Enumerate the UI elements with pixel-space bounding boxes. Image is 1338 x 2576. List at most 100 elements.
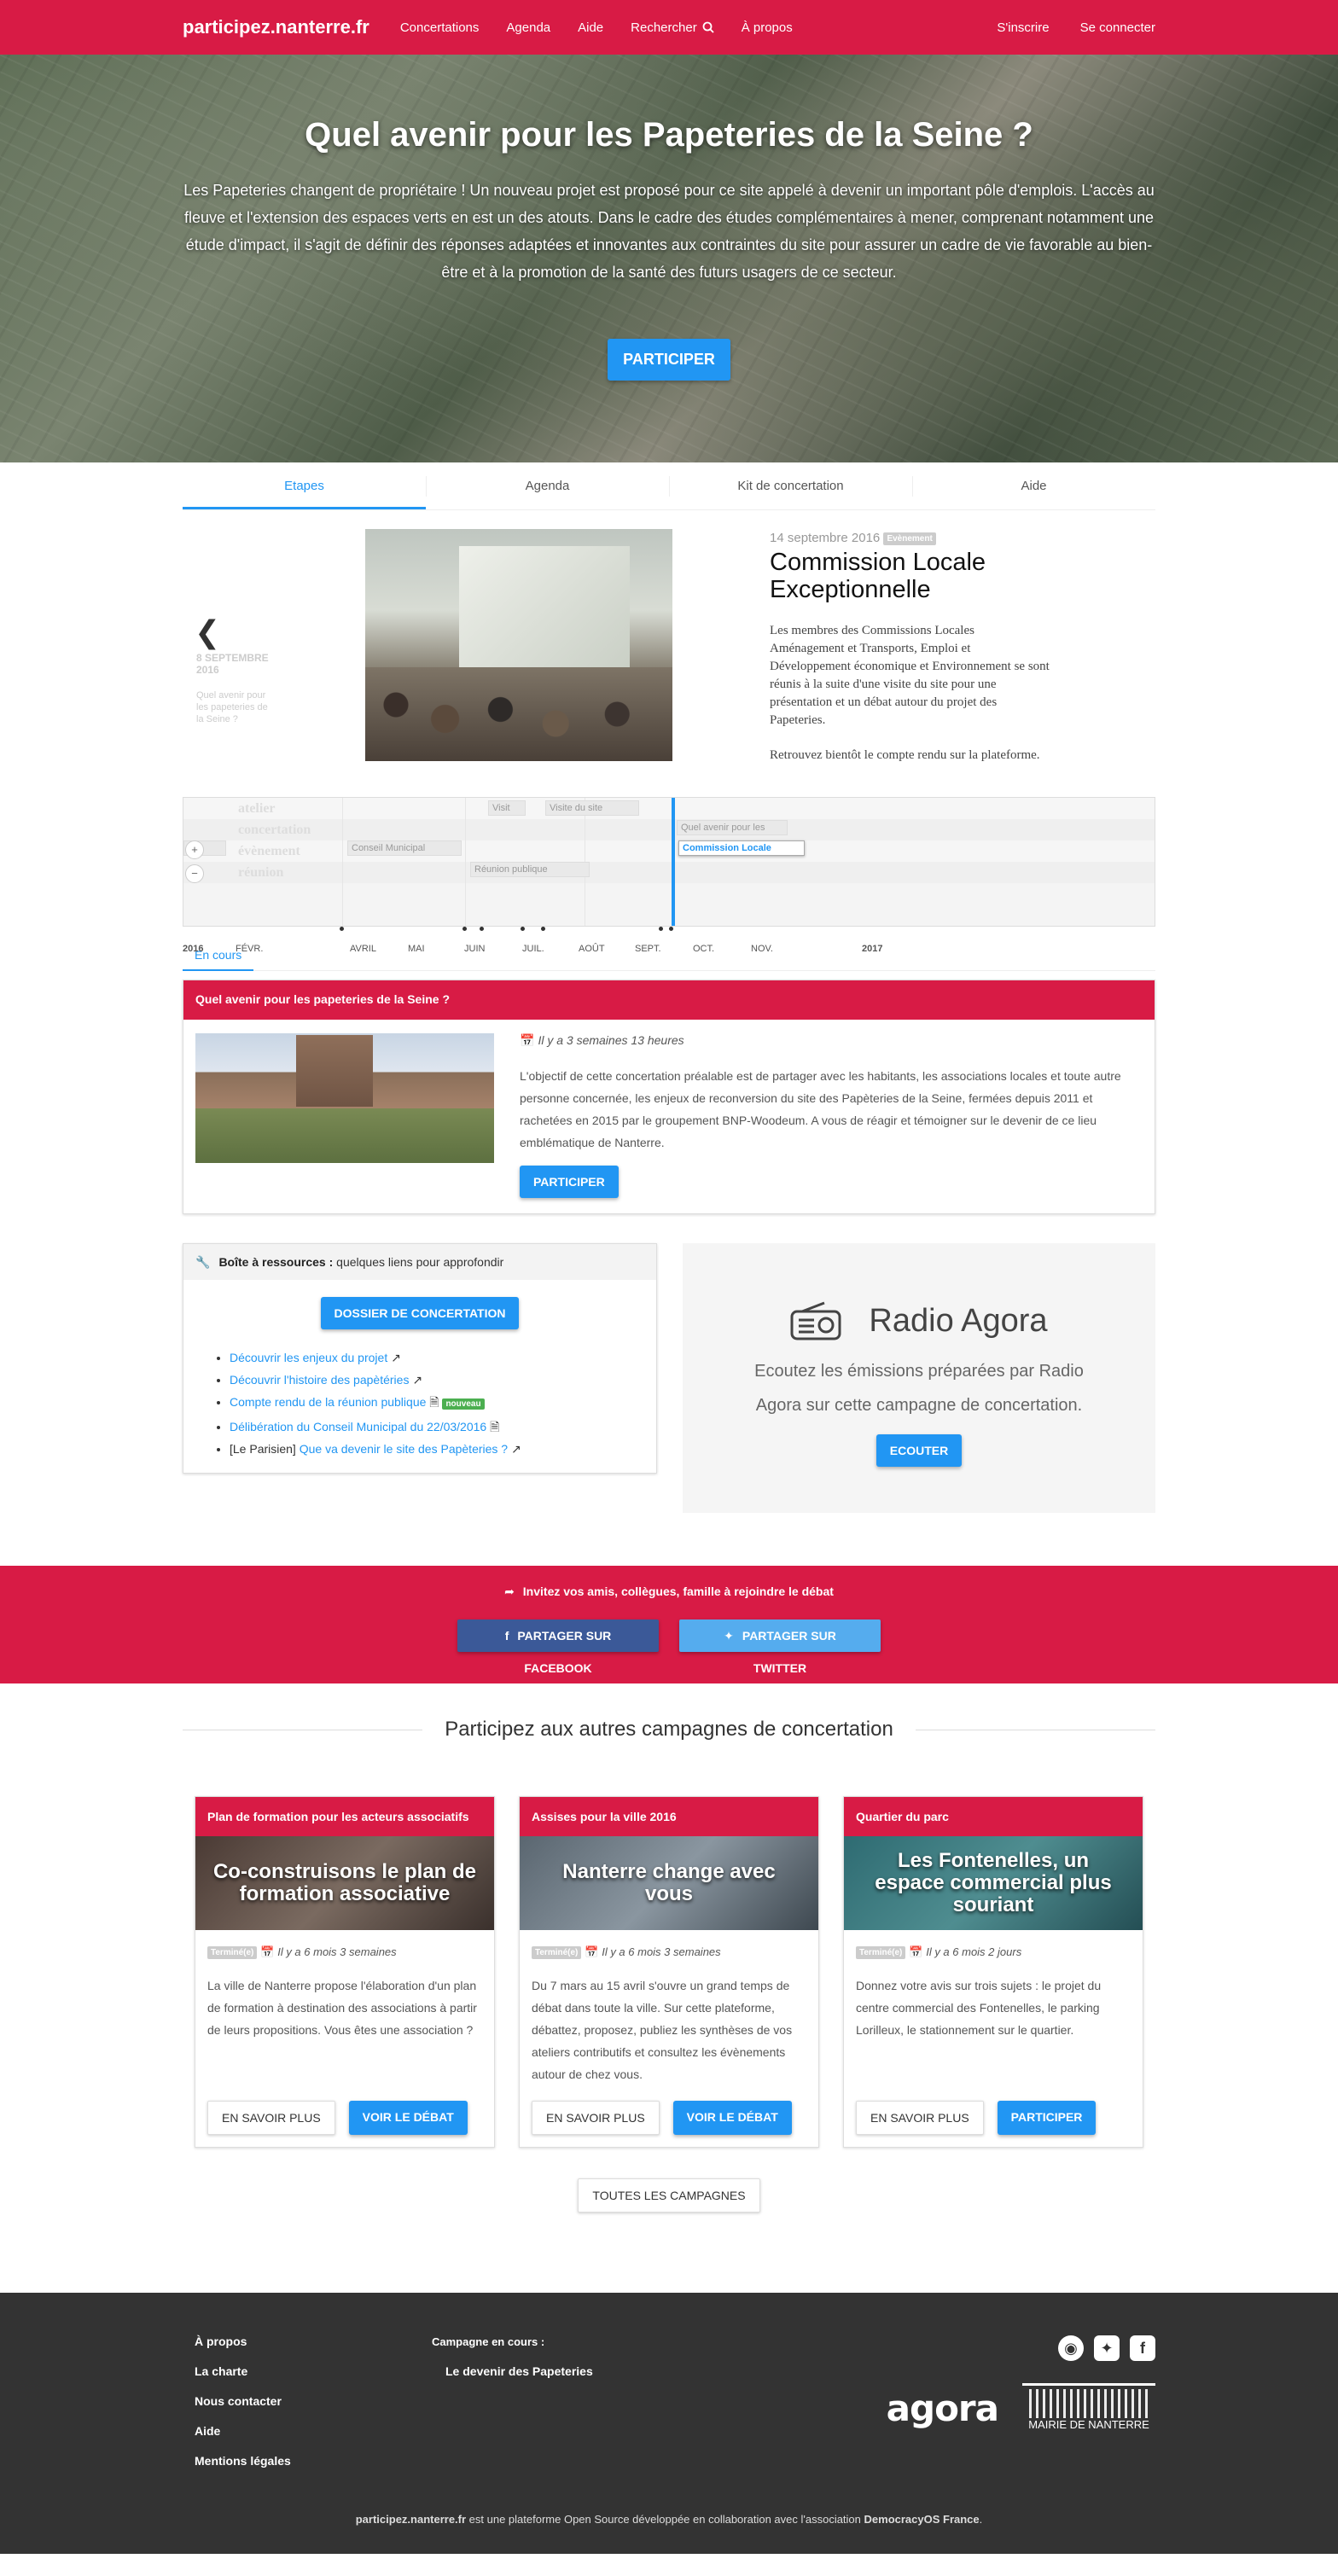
campaign-photo	[195, 1033, 494, 1163]
facebook-share-button[interactable]: f PARTAGER SUR FACEBOOK	[457, 1619, 659, 1675]
campaign-card-head[interactable]: Quartier du parc	[844, 1797, 1143, 1836]
footer: À propos La charte Nous contacter Aide M…	[0, 2293, 1338, 2554]
resource-link[interactable]: Délibération du Conseil Municipal du 22/…	[230, 1420, 486, 1433]
timeline-canvas[interactable]: atelier concertation évènement réunion V…	[183, 797, 1155, 927]
footer-link-aide[interactable]: Aide	[195, 2416, 291, 2446]
campaign-card-date: Il y a 6 mois 3 semaines	[277, 1945, 397, 1958]
footer-campaign-link[interactable]: Le devenir des Papeteries	[445, 2357, 593, 2387]
footer-link-charte[interactable]: La charte	[195, 2357, 291, 2387]
timeline-event[interactable]: Conseil Municipal	[347, 840, 462, 856]
nav-concertations[interactable]: Concertations	[400, 20, 480, 35]
event-dot	[541, 927, 545, 931]
resource-link[interactable]: Découvrir l'histoire des papètéries	[230, 1373, 409, 1387]
hero-content: Quel avenir pour les Papeteries de la Se…	[0, 55, 1338, 381]
event-dot	[659, 927, 663, 931]
footer-credit-end: .	[979, 2513, 983, 2526]
timeline-event[interactable]: Quel avenir pour les	[677, 820, 788, 835]
campaign-card-meta: Terminé(e) 📅 Il y a 6 mois 2 jours	[856, 1945, 1131, 1960]
nav-rechercher-label: Rechercher	[631, 20, 697, 35]
campaign-card-head[interactable]: Assises pour la ville 2016	[520, 1797, 818, 1836]
twitter-icon: ✦	[724, 1629, 734, 1643]
timeline-event[interactable]: Réunion publique	[470, 862, 590, 877]
campaign-participer-button[interactable]: PARTICIPER	[520, 1166, 619, 1198]
footer-link-contact[interactable]: Nous contacter	[195, 2387, 291, 2416]
new-badge: nouveau	[442, 1398, 485, 1410]
resources-header: 🔧 Boîte à ressources : quelques liens pou…	[183, 1244, 656, 1280]
campaign-card-body: Terminé(e) 📅 Il y a 6 mois 2 jours Donnez…	[844, 1930, 1143, 2041]
share-buttons: f PARTAGER SUR FACEBOOK ✦ PARTAGER SUR TWI…	[0, 1619, 1338, 1675]
all-campaigns-wrap: TOUTES LES CAMPAGNES	[0, 2178, 1338, 2213]
signup-link[interactable]: S'inscrire	[997, 20, 1049, 35]
agora-logo: agora	[886, 2387, 999, 2429]
campaign-card-text: La ville de Nanterre propose l'élaborati…	[207, 1979, 477, 2038]
hero-participer-button[interactable]: PARTICIPER	[608, 339, 730, 381]
timeline-event-selected[interactable]: Commission Locale	[678, 840, 805, 856]
timeline-event[interactable]: Visite du site	[545, 800, 639, 816]
card-body: 📅 Il y a 3 semaines 13 heures L'objectif …	[183, 1020, 1155, 1213]
footer-link-mentions[interactable]: Mentions légales	[195, 2446, 291, 2476]
campaign-card-image: Nanterre change avec vous	[520, 1836, 818, 1930]
campaign-card-body: Terminé(e) 📅 Il y a 6 mois 3 semaines Du …	[520, 1930, 818, 2085]
github-icon[interactable]: ◉	[1058, 2335, 1084, 2361]
en-savoir-plus-button[interactable]: EN SAVOIR PLUS	[856, 2101, 984, 2135]
step-body: Les membres des Commissions Locales Amén…	[770, 622, 1051, 765]
footer-link-apropos[interactable]: À propos	[195, 2327, 291, 2357]
share-invite-text: Invitez vos amis, collègues, famille à r…	[522, 1585, 834, 1598]
campaign-card-actions: EN SAVOIR PLUS VOIR LE DÉBAT	[532, 2101, 792, 2135]
brand-link[interactable]: participez.nanterre.fr	[183, 16, 369, 38]
en-savoir-plus-button[interactable]: EN SAVOIR PLUS	[532, 2101, 660, 2135]
dossier-concertation-button[interactable]: DOSSIER DE CONCERTATION	[320, 1297, 520, 1329]
participer-button[interactable]: PARTICIPER	[997, 2101, 1097, 2135]
band-label: réunion	[238, 865, 284, 880]
timeline-event[interactable]: Visit	[488, 800, 526, 816]
footer-credit-org[interactable]: DemocracyOS France	[864, 2513, 980, 2526]
all-campaigns-button[interactable]: TOUTES LES CAMPAGNES	[578, 2178, 760, 2213]
band-label: évènement	[238, 844, 300, 858]
twitter-share-label: PARTAGER SUR TWITTER	[742, 1629, 836, 1675]
nav-agenda[interactable]: Agenda	[506, 20, 550, 35]
campaign-card-head[interactable]: Plan de formation pour les acteurs assoc…	[195, 1797, 494, 1836]
current-campaign-card: Quel avenir pour les papeteries de la Se…	[183, 980, 1155, 1214]
resources-button-wrap: DOSSIER DE CONCERTATION	[183, 1297, 656, 1329]
nav-aide[interactable]: Aide	[578, 20, 603, 35]
ecouter-button[interactable]: ECOUTER	[876, 1434, 963, 1467]
chevron-left-icon[interactable]: ❮	[195, 614, 220, 650]
nav-a-propos[interactable]: À propos	[742, 20, 793, 35]
nav-rechercher[interactable]: Rechercher	[631, 20, 714, 35]
event-dot	[462, 927, 467, 931]
band-label: concertation	[238, 823, 311, 837]
tab-kit[interactable]: Kit de concertation	[669, 462, 912, 509]
facebook-share-label: PARTAGER SUR FACEBOOK	[517, 1629, 612, 1675]
step-text: 14 septembre 2016 Evènement Commission L…	[770, 531, 1051, 765]
voir-debat-button[interactable]: VOIR LE DÉBAT	[348, 2101, 468, 2135]
campaign-card: Plan de formation pour les acteurs assoc…	[195, 1796, 495, 2148]
step-detail: ❮ 8 SEPTEMBRE 2016 Quel avenir pour les …	[183, 510, 1155, 792]
axis-tick: AOÛT	[579, 944, 605, 954]
voir-debat-button[interactable]: VOIR LE DÉBAT	[672, 2101, 792, 2135]
grid-line	[342, 798, 343, 926]
campaign-card: Quartier du parc Les Fontenelles, un esp…	[843, 1796, 1143, 2148]
zoom-out-icon[interactable]: −	[185, 864, 204, 883]
resources-box: 🔧 Boîte à ressources : quelques liens pou…	[183, 1243, 657, 1474]
en-savoir-plus-button[interactable]: EN SAVOIR PLUS	[207, 2101, 335, 2135]
footer-campaign-label: Campagne en cours :	[432, 2335, 545, 2348]
resource-link[interactable]: Compte rendu de la réunion publique	[230, 1395, 426, 1409]
resource-link[interactable]: Découvrir les enjeux du projet	[230, 1351, 387, 1364]
tab-agenda[interactable]: Agenda	[426, 462, 669, 509]
share-banner: ➦ Invitez vos amis, collègues, famille à …	[0, 1566, 1338, 1683]
facebook-icon: f	[504, 1629, 509, 1643]
axis-tick: FÉVR.	[236, 944, 264, 954]
card-title[interactable]: Quel avenir pour les papeteries de la Se…	[183, 980, 1155, 1020]
twitter-icon[interactable]: ✦	[1094, 2335, 1120, 2361]
twitter-share-button[interactable]: ✦ PARTAGER SUR TWITTER	[679, 1619, 881, 1675]
facebook-icon[interactable]: f	[1130, 2335, 1155, 2361]
footer-credits: participez.nanterre.fr est une plateform…	[0, 2513, 1338, 2526]
tab-etapes[interactable]: Etapes	[183, 462, 426, 509]
radio-header: Radio Agora	[683, 1301, 1155, 1340]
list-item: Découvrir l'histoire des papètéries ↗	[230, 1369, 656, 1391]
login-link[interactable]: Se connecter	[1080, 20, 1155, 35]
event-dot	[340, 927, 344, 931]
resource-link[interactable]: Que va devenir le site des Papèteries ?	[300, 1442, 508, 1456]
zoom-in-icon[interactable]: +	[185, 840, 204, 859]
tab-aide[interactable]: Aide	[912, 462, 1155, 509]
